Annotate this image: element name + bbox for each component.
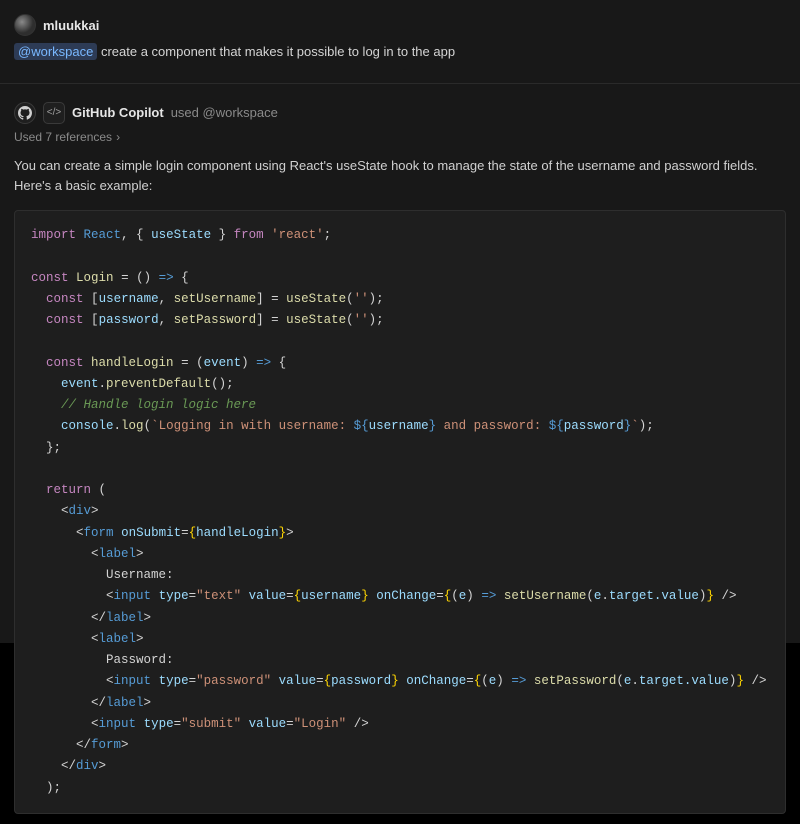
copilot-icon xyxy=(14,102,36,124)
workspace-mention[interactable]: @workspace xyxy=(14,43,97,60)
workspace-icon: </> xyxy=(43,102,65,124)
copilot-message: </> GitHub Copilot used @workspace Used … xyxy=(0,98,800,824)
avatar xyxy=(14,14,36,36)
prompt-text: create a component that makes it possibl… xyxy=(101,44,455,59)
user-prompt: @workspace create a component that makes… xyxy=(14,42,786,63)
user-message: mluukkai @workspace create a component t… xyxy=(0,10,800,73)
username-label: mluukkai xyxy=(43,18,99,33)
copilot-name: GitHub Copilot xyxy=(72,105,164,120)
copilot-explanation: You can create a simple login component … xyxy=(14,156,786,196)
code-block[interactable]: import React, { useState } from 'react';… xyxy=(14,210,786,814)
references-toggle[interactable]: Used 7 references › xyxy=(14,130,786,144)
references-label: Used 7 references xyxy=(14,130,112,144)
used-label: used @workspace xyxy=(171,105,278,120)
message-divider xyxy=(0,83,800,84)
chevron-right-icon: › xyxy=(116,130,120,144)
